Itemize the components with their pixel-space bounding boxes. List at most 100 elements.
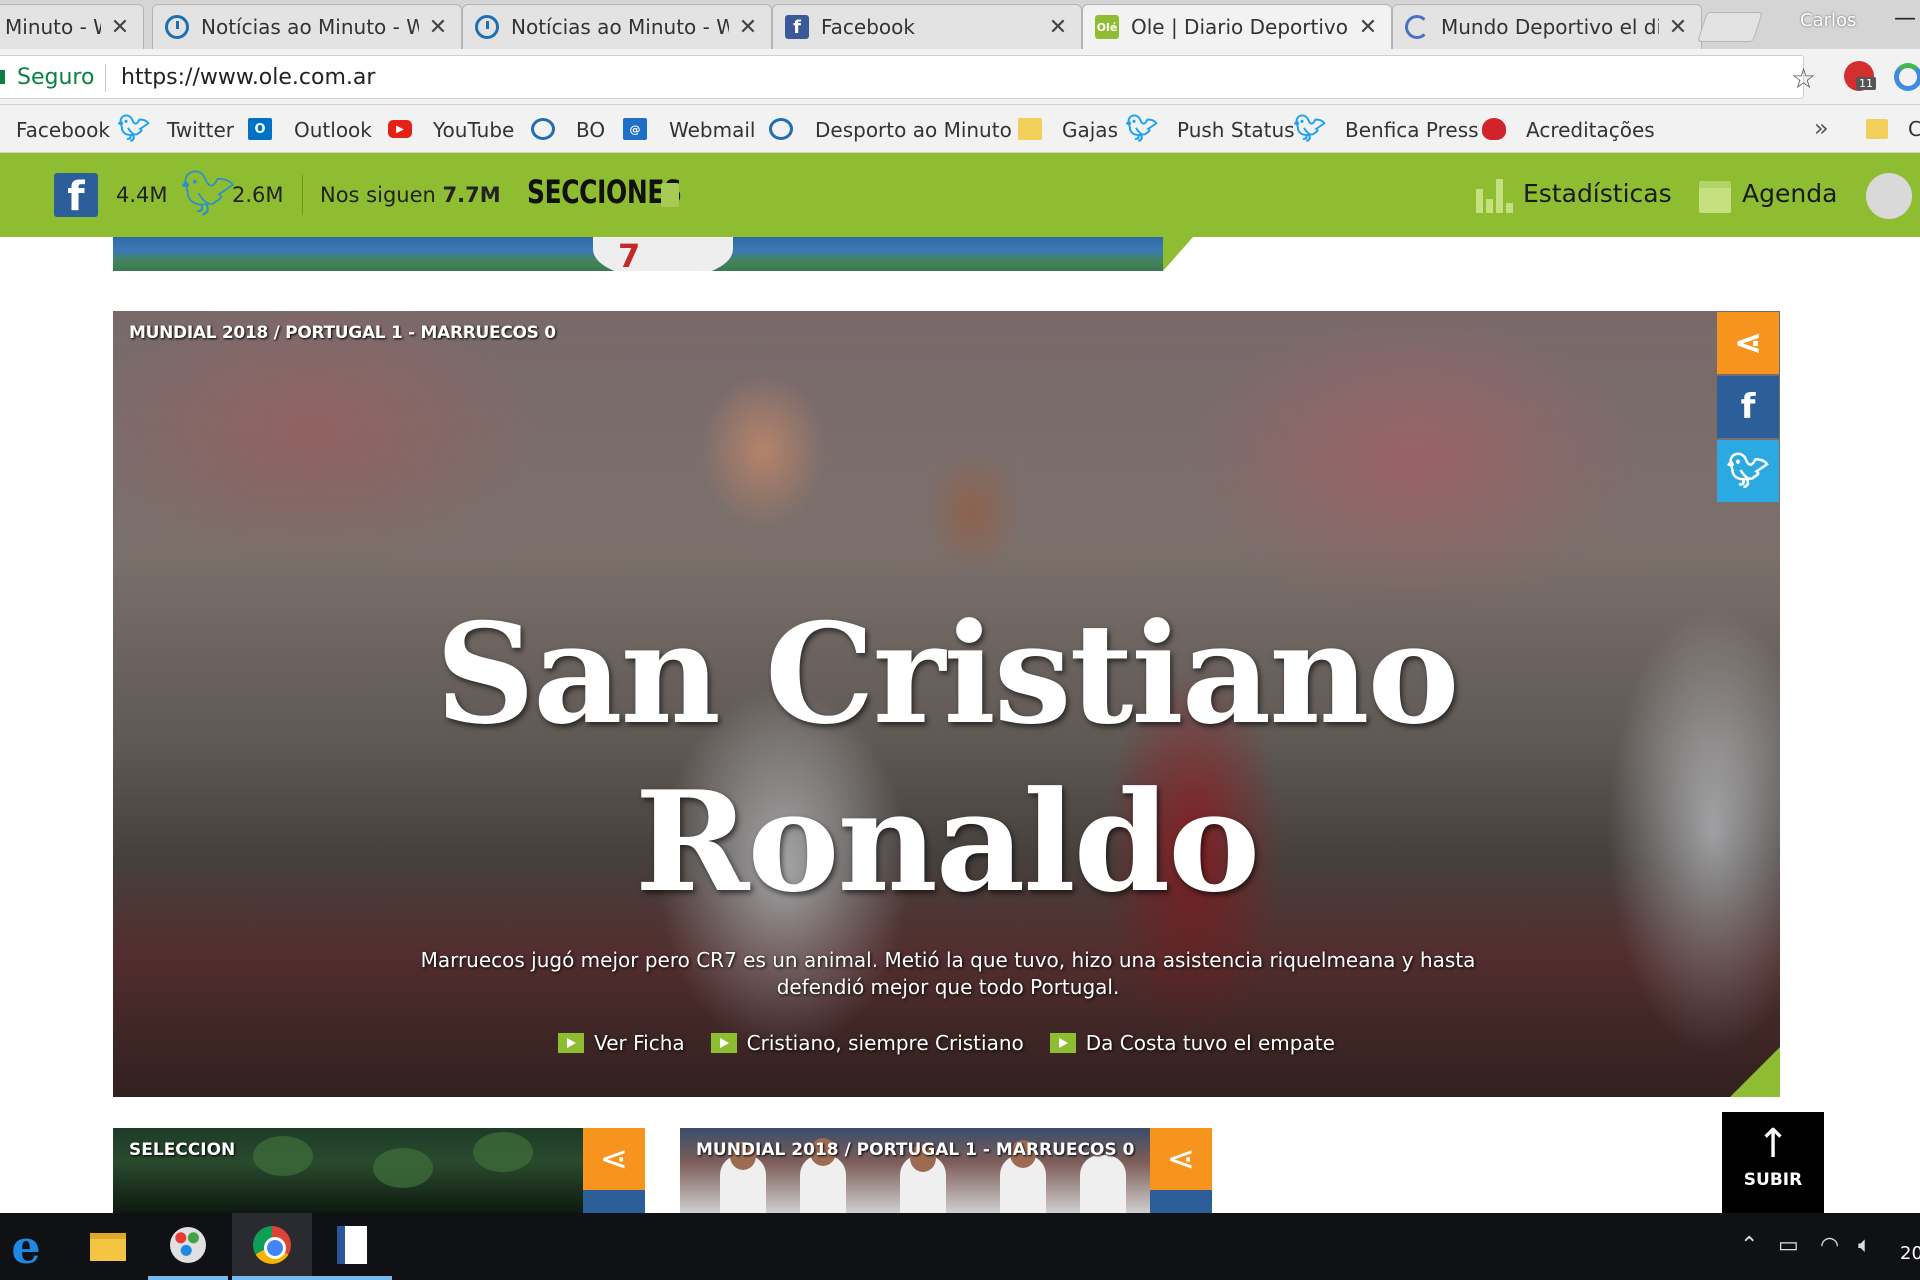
profile-name[interactable]: Carlos: [1800, 10, 1856, 31]
minimize-button[interactable]: —: [1894, 6, 1916, 31]
bookmark-youtube[interactable]: YouTube: [433, 118, 514, 142]
bookmarks-overflow-button[interactable]: »: [1814, 114, 1829, 142]
scroll-to-top-label: SUBIR: [1743, 1170, 1803, 1190]
hero-subtitle: Marruecos jugó mejor pero CR7 es un anim…: [420, 948, 1476, 999]
new-tab-button[interactable]: [1697, 12, 1763, 42]
jersey-shape: [593, 237, 733, 271]
battery-icon[interactable]: ▭: [1778, 1233, 1799, 1258]
hero-title-line2[interactable]: Ronaldo: [113, 767, 1780, 917]
clock-icon: [165, 15, 189, 39]
tab-title: Minuto - W: [5, 15, 101, 39]
ole-icon: Olé: [1095, 15, 1119, 39]
hero-article[interactable]: MUNDIAL 2018 / PORTUGAL 1 - MARRUECOS 0 …: [113, 311, 1780, 1097]
bookmark-outlook[interactable]: Outlook: [294, 118, 372, 142]
facebook-share-icon[interactable]: [1150, 1190, 1212, 1213]
clock-icon: [531, 118, 555, 140]
share-icon[interactable]: ⋖: [1717, 312, 1779, 374]
folder-icon[interactable]: [1866, 119, 1888, 139]
chevron-up-icon[interactable]: ⌃: [1740, 1233, 1758, 1258]
agenda-link[interactable]: Agenda: [1742, 179, 1837, 208]
browser-tab[interactable]: f Facebook ✕: [772, 4, 1082, 49]
share-icon[interactable]: ⋖: [583, 1128, 645, 1190]
windows-taskbar: e ⌃ ▭ ◠ 🔈︎ 20: [0, 1213, 1920, 1280]
share-icon[interactable]: ⋖: [1150, 1128, 1212, 1190]
foliage: [253, 1136, 313, 1176]
volume-icon[interactable]: 🔈︎: [1858, 1233, 1871, 1258]
extension-badge: 11: [1856, 77, 1876, 90]
bookmark-star-icon[interactable]: ☆: [1791, 62, 1816, 95]
related-link-label: Cristiano, siempre Cristiano: [746, 1031, 1024, 1055]
related-link[interactable]: Ver Ficha: [558, 1031, 685, 1055]
facebook-icon: f: [785, 15, 809, 39]
hero-category[interactable]: MUNDIAL 2018 / PORTUGAL 1 - MARRUECOS 0: [129, 323, 556, 343]
bookmark-gajas[interactable]: Gajas: [1062, 118, 1118, 142]
bar-chart-icon[interactable]: [1476, 179, 1514, 213]
bookmark-desporto[interactable]: Desporto ao Minuto: [815, 118, 1012, 142]
twitter-share-icon[interactable]: 🐦︎: [1717, 440, 1779, 502]
extension-icon[interactable]: 11: [1844, 61, 1876, 91]
previous-article-image[interactable]: 7: [113, 237, 1163, 271]
bookmark-bo[interactable]: BO: [576, 118, 605, 142]
close-icon[interactable]: ✕: [737, 15, 759, 40]
paint-taskbar-icon[interactable]: [148, 1213, 228, 1280]
chrome-taskbar-icon[interactable]: [232, 1213, 312, 1280]
calendar-icon[interactable]: [1699, 181, 1731, 213]
close-icon[interactable]: ✕: [1357, 15, 1379, 40]
folder-icon: [1018, 118, 1042, 140]
sections-menu-button[interactable]: SECCIONES: [527, 173, 682, 211]
bookmark-facebook[interactable]: Facebook: [16, 118, 110, 142]
benfica-crest-icon: [1482, 118, 1506, 140]
wifi-icon[interactable]: ◠: [1820, 1233, 1839, 1258]
facebook-icon[interactable]: f: [54, 173, 98, 220]
twitter-icon[interactable]: 🐦︎: [180, 167, 236, 219]
clock-text[interactable]: 20: [1900, 1243, 1920, 1264]
divider: [105, 64, 106, 92]
close-icon[interactable]: ✕: [427, 15, 449, 40]
follow-label: Nos siguen: [320, 183, 436, 207]
edge-taskbar-icon[interactable]: e: [0, 1213, 66, 1280]
close-icon[interactable]: ✕: [1047, 15, 1069, 40]
tab-title: Facebook: [821, 15, 915, 39]
card-category[interactable]: SELECCION: [129, 1140, 235, 1160]
video-icon: [1049, 1033, 1076, 1053]
article-card[interactable]: SELECCION: [113, 1128, 583, 1213]
card-category[interactable]: MUNDIAL 2018 / PORTUGAL 1 - MARRUECOS 0: [696, 1140, 1134, 1160]
clock-icon: [475, 15, 499, 39]
browser-tab-active[interactable]: Olé Ole | Diario Deportivo ✕: [1082, 4, 1392, 49]
bookmarks-bar: Facebook 🐦︎ Twitter O Outlook ▶ YouTube …: [0, 105, 1920, 153]
article-card[interactable]: MUNDIAL 2018 / PORTUGAL 1 - MARRUECOS 0: [680, 1128, 1150, 1213]
corner-accent: [1730, 1047, 1780, 1097]
extension-icon[interactable]: [1894, 63, 1920, 91]
loading-icon: [1405, 15, 1429, 39]
bookmark-benfica-press[interactable]: Benfica Press: [1345, 118, 1479, 142]
browser-tab[interactable]: Notícias ao Minuto - W ✕: [152, 4, 462, 49]
youtube-icon: ▶: [388, 120, 412, 138]
url-text[interactable]: https://www.ole.com.ar: [121, 65, 375, 90]
bookmark-twitter[interactable]: Twitter: [167, 118, 234, 142]
close-icon[interactable]: ✕: [109, 15, 131, 40]
browser-tab[interactable]: Mundo Deportivo el dia ✕: [1392, 4, 1702, 49]
file-explorer-taskbar-icon[interactable]: [68, 1213, 148, 1280]
user-avatar[interactable]: [1866, 173, 1912, 219]
address-bar[interactable]: Seguro https://www.ole.com.ar ☆: [0, 55, 1816, 99]
security-label: Seguro: [17, 65, 95, 90]
related-link[interactable]: Cristiano, siempre Cristiano: [710, 1031, 1024, 1055]
chevron-down-icon[interactable]: [661, 183, 679, 207]
bookmark-webmail[interactable]: Webmail: [669, 118, 755, 142]
facebook-share-icon[interactable]: f: [1717, 376, 1779, 438]
stats-link[interactable]: Estadísticas: [1523, 179, 1672, 208]
close-icon[interactable]: ✕: [1667, 15, 1689, 40]
bookmark-acreditacoes[interactable]: Acreditações: [1526, 118, 1655, 142]
bookmark-truncated[interactable]: C: [1908, 117, 1920, 141]
related-link[interactable]: Da Costa tuvo el empate: [1049, 1031, 1335, 1055]
scroll-to-top-button[interactable]: ↑ SUBIR: [1722, 1112, 1824, 1213]
player-figure: [1080, 1155, 1126, 1213]
lock-icon: [0, 70, 5, 84]
bookmark-push-status[interactable]: Push Status: [1177, 118, 1295, 142]
browser-tab[interactable]: Minuto - W ✕: [0, 4, 144, 49]
browser-tab[interactable]: Notícias ao Minuto - W ✕: [462, 4, 772, 49]
facebook-share-icon[interactable]: [583, 1190, 645, 1213]
hero-title-line1[interactable]: San Cristiano: [113, 599, 1780, 749]
arrow-up-icon: ↑: [1756, 1121, 1790, 1167]
document-taskbar-icon[interactable]: [312, 1213, 392, 1280]
